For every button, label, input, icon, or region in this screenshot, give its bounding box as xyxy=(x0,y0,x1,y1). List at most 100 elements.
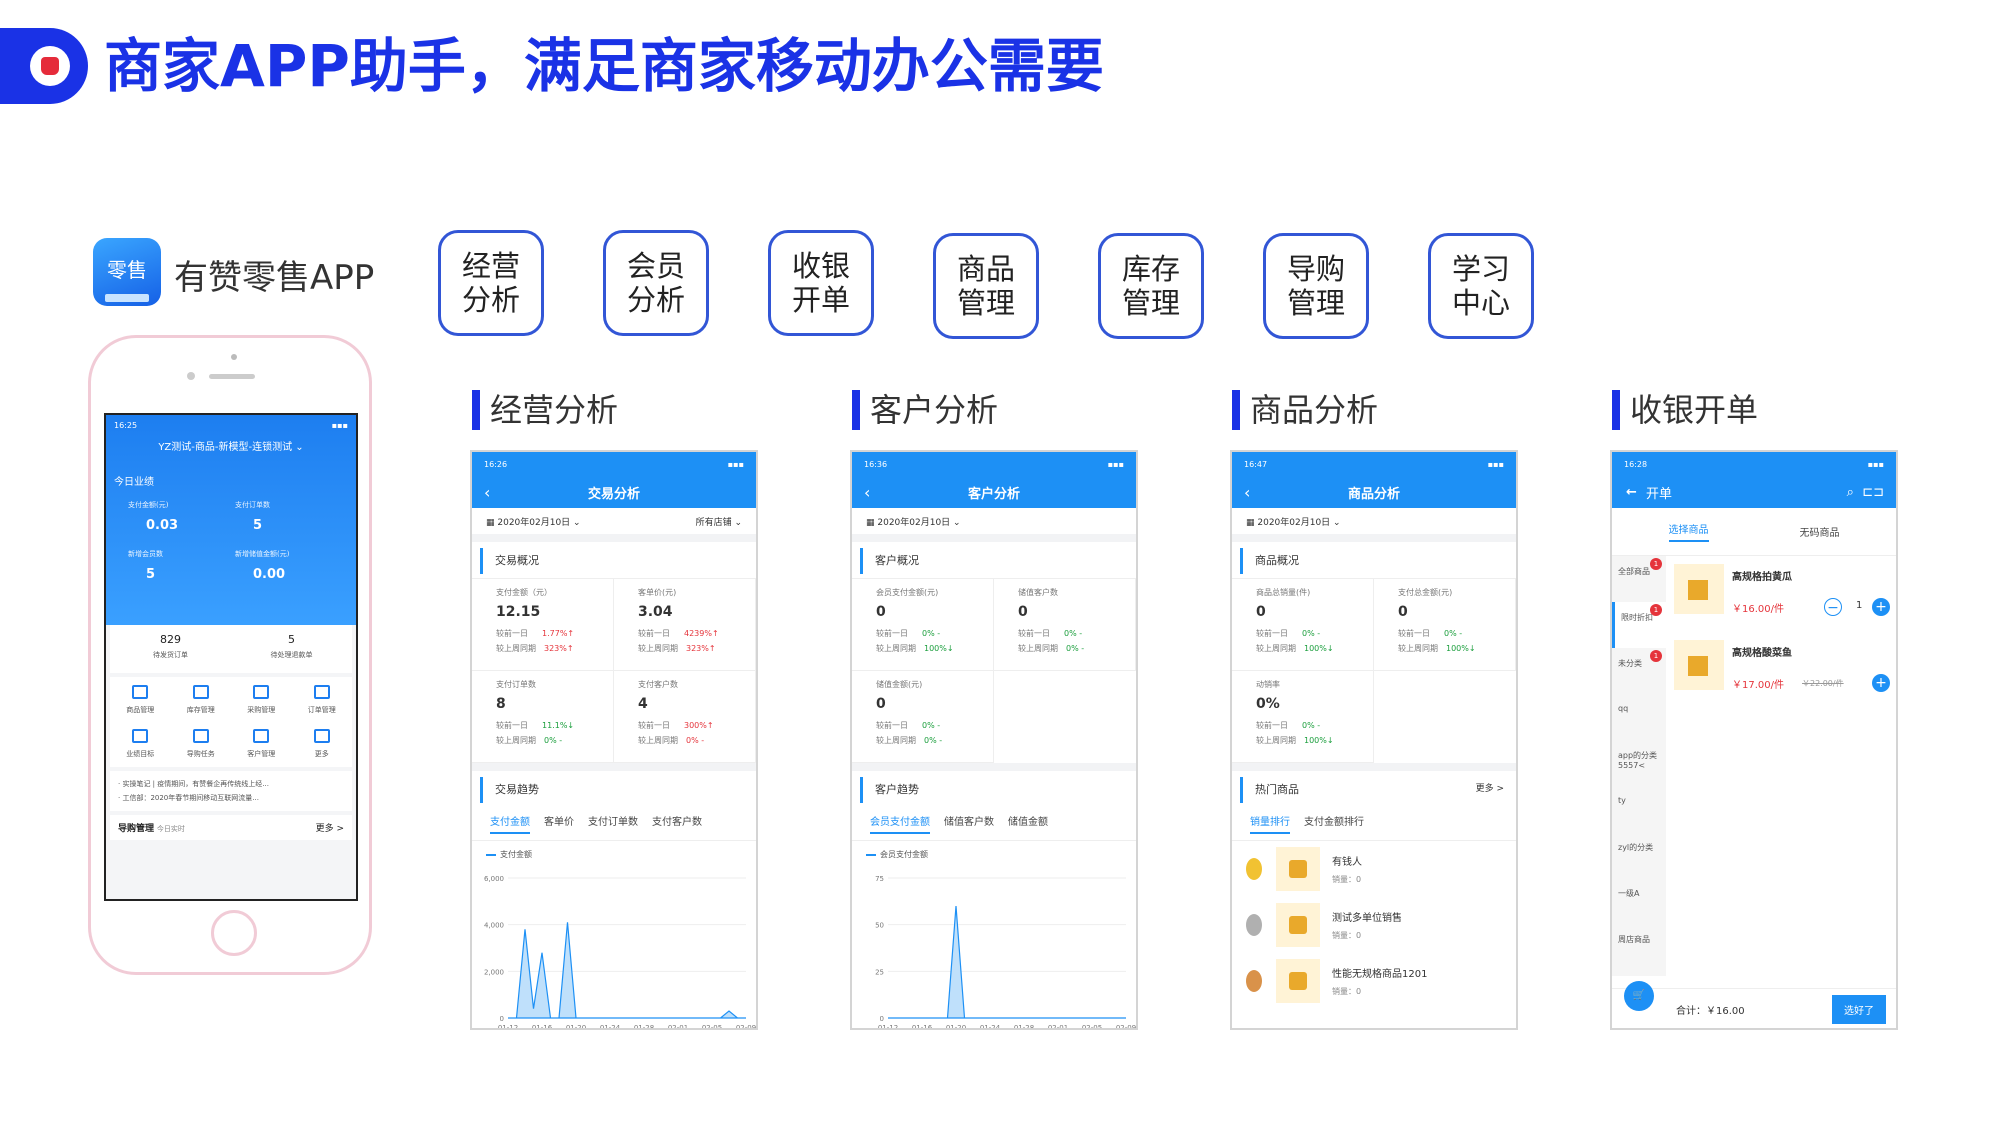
x-tick-label: 02-09 xyxy=(736,1024,756,1030)
more-link[interactable]: 更多 > xyxy=(1476,781,1504,807)
x-tick-label: 01-20 xyxy=(946,1024,966,1030)
thumb-icon xyxy=(41,57,59,75)
screen-customer-analysis: 16:36 ▪▪▪ ‹ 客户分析 ▦ 2020年02月10日 ⌄ 客户概况 会员支付… xyxy=(850,450,1138,1030)
y-tick-label: 25 xyxy=(875,968,884,976)
metric-item: 新增会员数 5 xyxy=(128,549,227,594)
tab-cashier[interactable]: 无码商品 xyxy=(1800,524,1840,539)
count-item[interactable]: 5 待处理退款单 xyxy=(231,625,352,673)
tab-trade[interactable]: 支付金额 xyxy=(490,813,530,834)
compare-value: 100%↓ xyxy=(924,644,954,653)
metric-item: 新增储值金额(元) 0.00 xyxy=(235,549,334,594)
metric-grid: 支付金额(元) 0.03 支付订单数 5 新增会员数 5 新增储值金额(元) 0.00 xyxy=(114,494,348,600)
module-button[interactable]: 库存 管理 xyxy=(1098,233,1204,339)
function-item[interactable]: 订单管理 xyxy=(292,685,353,715)
tab-customer[interactable]: 会员支付金额 xyxy=(870,813,930,834)
function-item[interactable]: 客户管理 xyxy=(231,729,292,759)
module-button[interactable]: 经营 分析 xyxy=(438,230,544,336)
product-text: 有钱人 销量：0 xyxy=(1332,853,1362,885)
x-tick-label: 01-12 xyxy=(878,1024,898,1030)
guide-footer[interactable]: 导购管理 今日实时 更多 > xyxy=(110,815,352,840)
compare-value: 0% - xyxy=(1302,629,1321,638)
back-icon[interactable]: ‹ xyxy=(1244,483,1250,502)
sidebar-item[interactable]: 周店商品 xyxy=(1612,924,1666,970)
compare-row: 较前一日 0% - xyxy=(1398,626,1503,641)
compare-label: 较上周同期 xyxy=(1256,644,1296,653)
product-item[interactable]: 高规格酸菜鱼 ￥17.00/件 ￥22.00/件 + xyxy=(1674,640,1896,710)
stat-cell: 支付总金额(元) 0 较前一日 0% - 较上周同期 100%↓ xyxy=(1374,579,1516,671)
count-value: 829 xyxy=(160,633,181,646)
tab-trade[interactable]: 客单价 xyxy=(544,813,574,834)
tab-trade[interactable]: 支付订单数 xyxy=(588,813,638,834)
tab-goods[interactable]: 支付金额排行 xyxy=(1304,813,1364,834)
tab-goods[interactable]: 销量排行 xyxy=(1250,813,1290,834)
function-item[interactable]: 商品管理 xyxy=(110,685,171,715)
count-item[interactable]: 829 待发货订单 xyxy=(110,625,231,673)
badge: 1 xyxy=(1650,650,1662,662)
sidebar-item[interactable]: 一级A xyxy=(1612,878,1666,924)
function-icon xyxy=(253,685,270,699)
sidebar-item[interactable]: app的分类5557< xyxy=(1612,740,1666,786)
medal-icon xyxy=(1246,858,1262,880)
add-button[interactable]: + xyxy=(1872,674,1890,692)
sidebar-item[interactable]: 未分类 1 xyxy=(1612,648,1666,694)
function-item[interactable]: 采购管理 xyxy=(231,685,292,715)
hot-item[interactable]: 有钱人 销量：0 xyxy=(1232,841,1516,897)
news-box[interactable]: · 实操笔记 | 疫情期间，有赞餐企再传统线上经... · 工信部：2020年春节… xyxy=(110,771,352,811)
section-title-cashier: 收银开单 xyxy=(1612,390,1758,430)
date-picker[interactable]: ▦ 2020年02月10日 ⌄ xyxy=(486,515,581,528)
function-item[interactable]: 更多 xyxy=(292,729,353,759)
minus-button[interactable]: − xyxy=(1824,598,1842,616)
confirm-button[interactable]: 选好了 xyxy=(1832,995,1886,1024)
function-icon xyxy=(253,729,270,743)
module-button[interactable]: 会员 分析 xyxy=(603,230,709,336)
sidebar-item[interactable]: zyl的分类 xyxy=(1612,832,1666,878)
back-icon[interactable]: ← xyxy=(1626,485,1637,500)
tab-customer[interactable]: 储值金额 xyxy=(1008,813,1048,834)
sidebar-item[interactable]: ty xyxy=(1612,786,1666,832)
date-picker[interactable]: ▦ 2020年02月10日 ⌄ xyxy=(866,515,961,528)
hot-item[interactable]: 测试多单位销售 销量：0 xyxy=(1232,897,1516,953)
hot-item[interactable]: 性能无规格商品1201 销量：0 xyxy=(1232,953,1516,1009)
compare-row: 较上周同期 100%↓ xyxy=(1398,641,1503,656)
back-icon[interactable]: ‹ xyxy=(864,483,870,502)
compare-row: 较前一日 0% - xyxy=(1018,626,1123,641)
store-selector[interactable]: YZ测试-商品-新模型-连锁测试 ⌄ xyxy=(114,438,348,453)
section-title-ops: 经营分析 xyxy=(472,390,618,430)
back-icon[interactable]: ‹ xyxy=(484,483,490,502)
date-picker[interactable]: ▦ 2020年02月10日 ⌄ xyxy=(1246,515,1341,528)
tab-customer[interactable]: 储值客户数 xyxy=(944,813,994,834)
module-button[interactable]: 收银 开单 xyxy=(768,230,874,336)
compare-value: 300%↑ xyxy=(684,721,714,730)
stat-cell: 商品总销量(件) 0 较前一日 0% - 较上周同期 100%↓ xyxy=(1232,579,1374,671)
module-button[interactable]: 学习 中心 xyxy=(1428,233,1534,339)
function-item[interactable]: 导购任务 xyxy=(171,729,232,759)
sidebar-item[interactable]: 全部商品 1 xyxy=(1612,556,1666,602)
product-sales: 销量：0 xyxy=(1332,931,1362,940)
app-logo: 零售 xyxy=(93,238,161,306)
module-button[interactable]: 导购 管理 xyxy=(1263,233,1369,339)
function-item[interactable]: 业绩目标 xyxy=(110,729,171,759)
search-icon[interactable]: ⌕ ⊏⊐ xyxy=(1847,485,1884,500)
count-row: 829 待发货订单 5 待处理退款单 xyxy=(110,625,352,673)
compare-value: 0% - xyxy=(924,736,943,745)
count-label: 待处理退款单 xyxy=(270,651,313,659)
tab-trade[interactable]: 支付客户数 xyxy=(652,813,702,834)
compare-label: 较上周同期 xyxy=(876,644,916,653)
store-filter[interactable]: 所有店铺 ⌄ xyxy=(696,515,742,528)
product-item[interactable]: 高规格拍黄瓜 ￥16.00/件 − 1 + xyxy=(1674,564,1896,634)
x-tick-label: 02-05 xyxy=(702,1024,722,1030)
product-image xyxy=(1276,847,1320,891)
product-price: ￥16.00/件 xyxy=(1732,604,1784,615)
module-button[interactable]: 商品 管理 xyxy=(933,233,1039,339)
compare-label: 较上周同期 xyxy=(1018,644,1058,653)
add-button[interactable]: + xyxy=(1872,598,1890,616)
tab-cashier[interactable]: 选择商品 xyxy=(1668,521,1709,542)
sidebar-item[interactable]: 限时折扣 1 xyxy=(1612,602,1666,648)
sidebar-item[interactable]: qq xyxy=(1612,694,1666,740)
function-item[interactable]: 库存管理 xyxy=(171,685,232,715)
count-value: 5 xyxy=(288,633,295,646)
product-sales: 销量：0 xyxy=(1332,875,1362,884)
product-image xyxy=(1276,903,1320,947)
stat-cell: 支付金额（元） 12.15 较前一日 1.77%↑ 较上周同期 323%↑ xyxy=(472,579,614,671)
cart-icon[interactable]: 🛒 xyxy=(1624,981,1654,1011)
